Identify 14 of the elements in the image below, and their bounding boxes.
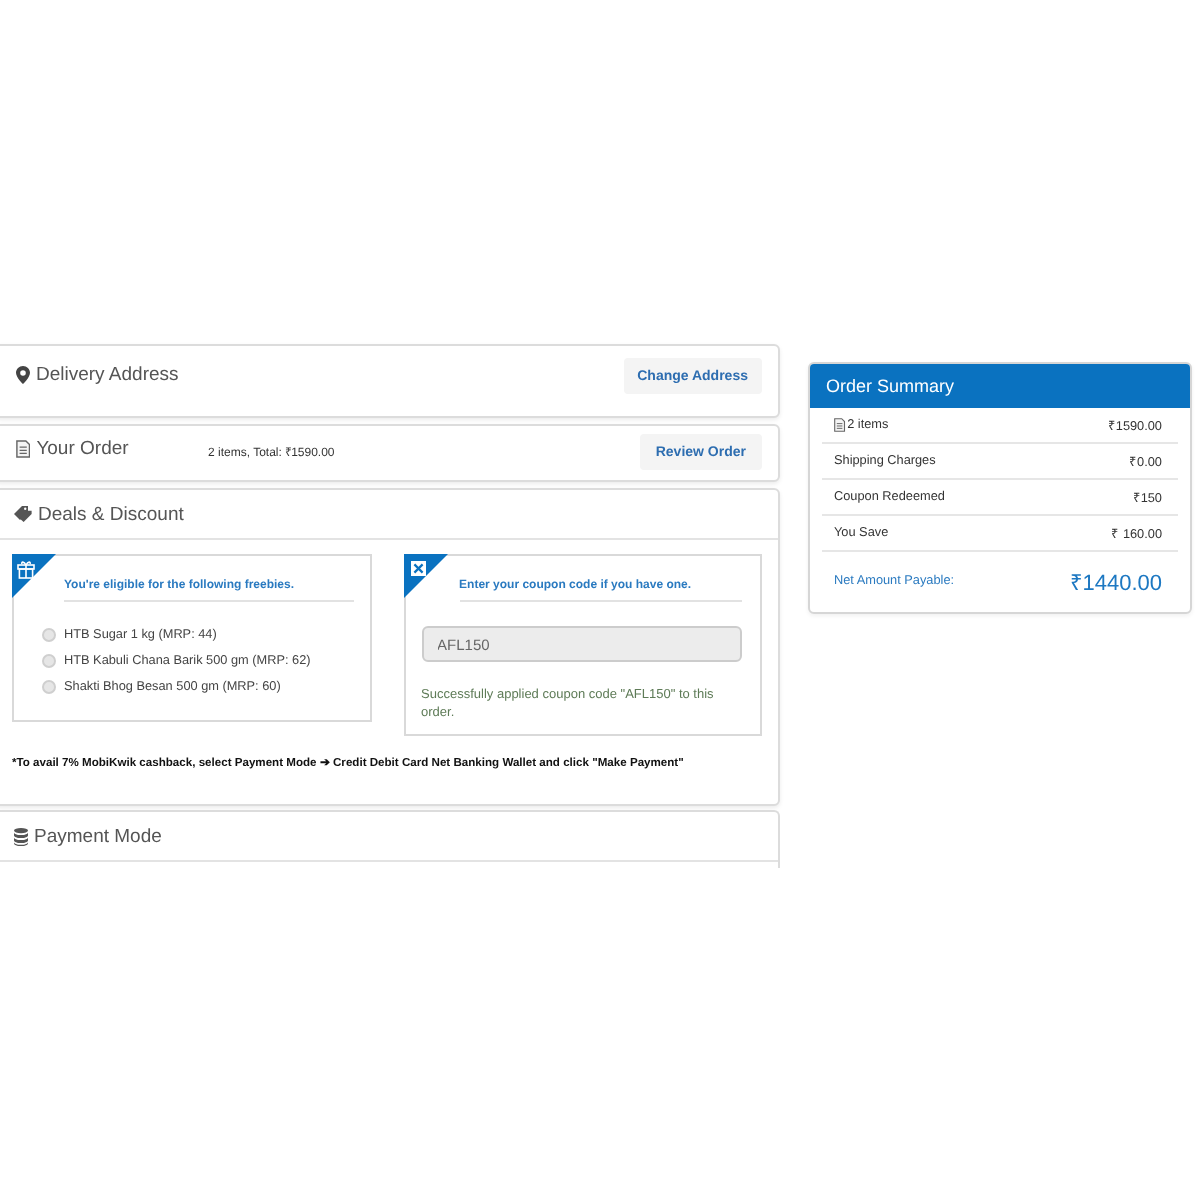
section-title: Delivery Address xyxy=(36,364,179,386)
radio-button[interactable] xyxy=(42,628,56,642)
document-icon xyxy=(16,440,31,458)
order-summary-title: Order Summary xyxy=(826,376,955,396)
section-title: Deals & Discount xyxy=(38,503,184,525)
section-title: Your Order xyxy=(36,438,129,460)
document-icon xyxy=(834,418,846,432)
radio-button[interactable] xyxy=(42,680,56,694)
radio-button[interactable] xyxy=(42,654,56,668)
net-amount-value: ₹1440.00 xyxy=(1070,569,1162,595)
tags-icon xyxy=(14,506,32,522)
map-pin-icon xyxy=(16,366,30,384)
database-icon xyxy=(14,827,28,845)
section-title: Payment Mode xyxy=(34,825,162,847)
